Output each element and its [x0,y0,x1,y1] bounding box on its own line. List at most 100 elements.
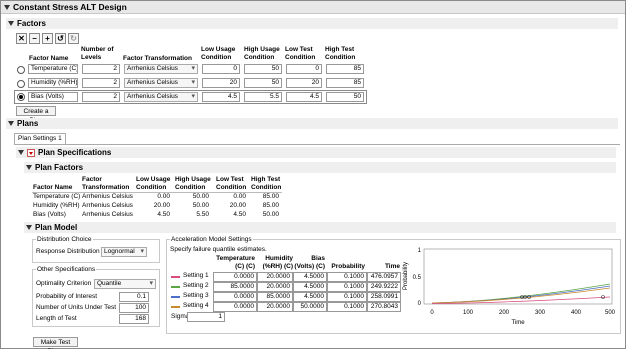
probability-of-interest-label: Probability of Interest [36,293,98,300]
high-usage-field[interactable]: 50 [244,78,282,88]
response-distribution-select[interactable]: Lognormal [101,247,147,257]
low-usage-field[interactable]: 20 [202,78,240,88]
collapse-triangle-icon[interactable] [8,121,14,126]
bias-field[interactable]: 4.5000 [293,282,327,292]
low-test-field[interactable]: 4.5 [286,92,322,102]
time-field[interactable]: 270.8043 [367,302,401,312]
probability-field[interactable]: 0.1000 [327,282,367,292]
pf-factor-name: Bias (Volts) [33,211,66,218]
temperature-field[interactable]: 85.0000 [213,282,257,292]
humidity-field[interactable]: 85.0000 [257,292,293,302]
humidity-field[interactable]: 20.0000 [257,302,293,312]
high-test-field[interactable]: 85 [326,64,364,74]
redo-icon[interactable]: ↻ [68,33,79,44]
acceleration-model-title: Acceleration Model Settings [170,236,253,244]
col-low-usage: Low Usage Condition [201,46,236,61]
collapse-triangle-icon[interactable] [26,165,32,170]
plan-factors-header[interactable]: Plan Factors [24,162,616,173]
add-factor-icon[interactable]: + [42,33,53,44]
high-test-field[interactable]: 50 [326,92,364,102]
low-usage-field[interactable]: 4.5 [202,92,240,102]
tab-panel-border [14,144,620,145]
sigma-field[interactable]: 1 [187,312,225,322]
plot-area [423,248,613,305]
low-usage-field[interactable]: 0 [202,64,240,74]
response-distribution-label: Response Distribution [36,248,100,255]
bias-field[interactable]: 4.5000 [293,292,327,302]
bias-field[interactable]: 4.5000 [293,272,327,282]
pf-high-usage: 50.00 [192,193,209,200]
pf-factor-name: Temperature (C) [33,193,81,200]
red-triangle-menu-icon[interactable] [27,148,35,157]
plan-model-title: Plan Model [35,223,78,232]
pf-transformation: Arrhenius Celsius [82,211,133,218]
factor-name-field[interactable]: Temperature (C) [28,64,78,74]
transformation-select[interactable]: Arrhenius Celsius [124,92,198,102]
pf-factor-name: Humidity (%RH) [33,202,80,209]
am-col-humidity: Humidity (%RH) (C) [262,255,293,270]
time-field[interactable]: 258.0991 [367,292,401,302]
factors-header[interactable]: Factors [6,18,618,29]
factor-name-field[interactable]: Bias (Volts) [28,92,78,102]
pf-low-test: 0.00 [233,193,246,200]
factor-row-radio[interactable] [17,93,25,101]
collapse-triangle-icon[interactable] [18,150,24,155]
remove-factor-icon[interactable]: − [29,33,40,44]
plan-specifications-header[interactable]: Plan Specifications [16,147,616,158]
am-col-time: Time [384,263,400,270]
levels-field[interactable]: 2 [82,78,120,88]
plot-xtick-label: 300 [535,310,546,316]
low-test-field[interactable]: 20 [286,78,322,88]
col-low-test: Low Test Condition [285,46,316,61]
window-title: Constant Stress ALT Design [13,2,127,12]
tab-plan-settings-1[interactable]: Plan Settings 1 [14,133,66,144]
pf-high-test: 85.00 [262,193,279,200]
col-high-usage: High Usage Condition [244,46,280,61]
factor-name-field[interactable]: Humidity (%RH) [28,78,78,88]
humidity-field[interactable]: 20.0000 [257,282,293,292]
units-under-test-field[interactable]: 100 [119,303,149,313]
probability-field[interactable]: 0.1000 [327,292,367,302]
collapse-triangle-icon[interactable] [4,4,10,10]
levels-field[interactable]: 2 [82,64,120,74]
time-field[interactable]: 476.0957 [367,272,401,282]
create-plan-button[interactable]: Create a Plan [16,106,56,124]
time-field[interactable]: 249.9222 [367,282,401,292]
plan-model-header[interactable]: Plan Model [24,222,616,233]
acceleration-subtitle: Specify failure quantile estimates. [170,246,267,253]
make-test-plans-button[interactable]: Make Test Plans [33,337,78,349]
probability-of-interest-field[interactable]: 0.1 [119,292,149,302]
factor-row-radio[interactable] [17,66,25,74]
collapse-triangle-icon[interactable] [8,21,14,26]
optimality-criterion-select[interactable]: Quantile [94,279,156,289]
high-usage-field[interactable]: 5.5 [244,92,282,102]
bias-field[interactable]: 50.0000 [293,302,327,312]
temperature-field[interactable]: 0.0000 [213,272,257,282]
levels-field[interactable]: 2 [82,92,120,102]
setting-label: Setting 4 [183,302,209,309]
pf-transformation: Arrhenius Celsius [82,193,133,200]
collapse-triangle-icon[interactable] [26,225,32,230]
humidity-field[interactable]: 20.0000 [257,272,293,282]
factor-row-radio[interactable] [17,80,25,88]
optimality-criterion-label: Optimality Criterion [36,280,92,287]
delete-factor-icon[interactable]: ✕ [16,33,27,44]
pf-col-high-test: High Test Condition [251,176,282,191]
plot-ytick-label: 1 [418,248,422,254]
temperature-field[interactable]: 0.0000 [213,302,257,312]
temperature-field[interactable]: 0.0000 [213,292,257,302]
high-usage-field[interactable]: 50 [244,64,282,74]
undo-icon[interactable]: ↺ [55,33,66,44]
transformation-select[interactable]: Arrhenius Celsius [124,78,198,88]
plans-header[interactable]: Plans [6,118,618,129]
transformation-select[interactable]: Arrhenius Celsius [124,64,198,74]
high-test-field[interactable]: 85 [326,78,364,88]
setting-color-swatch [171,276,180,278]
low-test-field[interactable]: 0 [286,64,322,74]
length-of-test-field[interactable]: 168 [119,314,149,324]
plot-xtick-label: 500 [605,310,616,316]
plot-ylabel: Probability [403,262,409,290]
plot-xtick-label: 100 [463,310,474,316]
probability-field[interactable]: 0.1000 [327,272,367,282]
probability-field[interactable]: 0.1000 [327,302,367,312]
